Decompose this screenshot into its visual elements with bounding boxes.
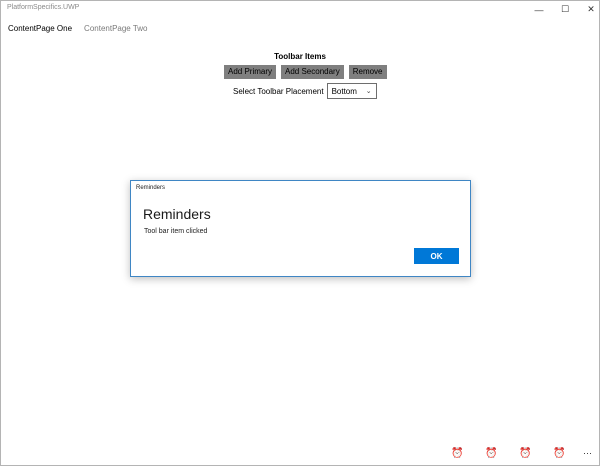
toolbar-button-row: Add Primary Add Secondary Remove [224, 65, 387, 79]
ok-button[interactable]: OK [414, 248, 459, 264]
bottom-toolbar: ⏰ ⏰ ⏰ ⏰ ··· [441, 447, 599, 461]
chevron-down-icon: ⌄ [365, 88, 372, 95]
dialog-heading: Reminders [143, 206, 211, 222]
dialog-caption: Reminders [136, 185, 166, 191]
title-bar: PlatformSpecifics.UWP — ☐ ✕ [1, 1, 599, 18]
reminders-dialog: Reminders Reminders Tool bar item clicke… [130, 180, 471, 277]
placement-select-value: Bottom [331, 86, 357, 96]
more-icon[interactable]: ··· [583, 447, 592, 460]
minimize-icon[interactable]: — [525, 2, 553, 17]
alarm-clock-icon[interactable]: ⏰ [519, 447, 531, 460]
close-icon[interactable]: ✕ [577, 2, 600, 17]
dialog-message: Tool bar item clicked [144, 228, 208, 235]
placement-select[interactable]: Bottom ⌄ [326, 83, 377, 99]
app-window: PlatformSpecifics.UWP — ☐ ✕ ContentPage … [0, 0, 600, 466]
placement-label: Select Toolbar Placement [233, 86, 324, 96]
tab-contentpage-two[interactable]: ContentPage Two [84, 24, 147, 38]
tab-bar: ContentPage One ContentPage Two [8, 24, 148, 38]
maximize-icon[interactable]: ☐ [551, 2, 579, 17]
section-title: Toolbar Items [274, 52, 326, 61]
remove-button[interactable]: Remove [348, 65, 387, 79]
alarm-clock-icon[interactable]: ⏰ [553, 447, 565, 460]
app-title: PlatformSpecifics.UWP [7, 4, 80, 11]
tab-contentpage-one[interactable]: ContentPage One [8, 24, 72, 38]
alarm-clock-icon[interactable]: ⏰ [451, 447, 463, 460]
add-secondary-button[interactable]: Add Secondary [281, 65, 344, 79]
add-primary-button[interactable]: Add Primary [224, 65, 277, 79]
placement-row: Select Toolbar Placement Bottom ⌄ [233, 83, 377, 99]
alarm-clock-icon[interactable]: ⏰ [485, 447, 497, 460]
